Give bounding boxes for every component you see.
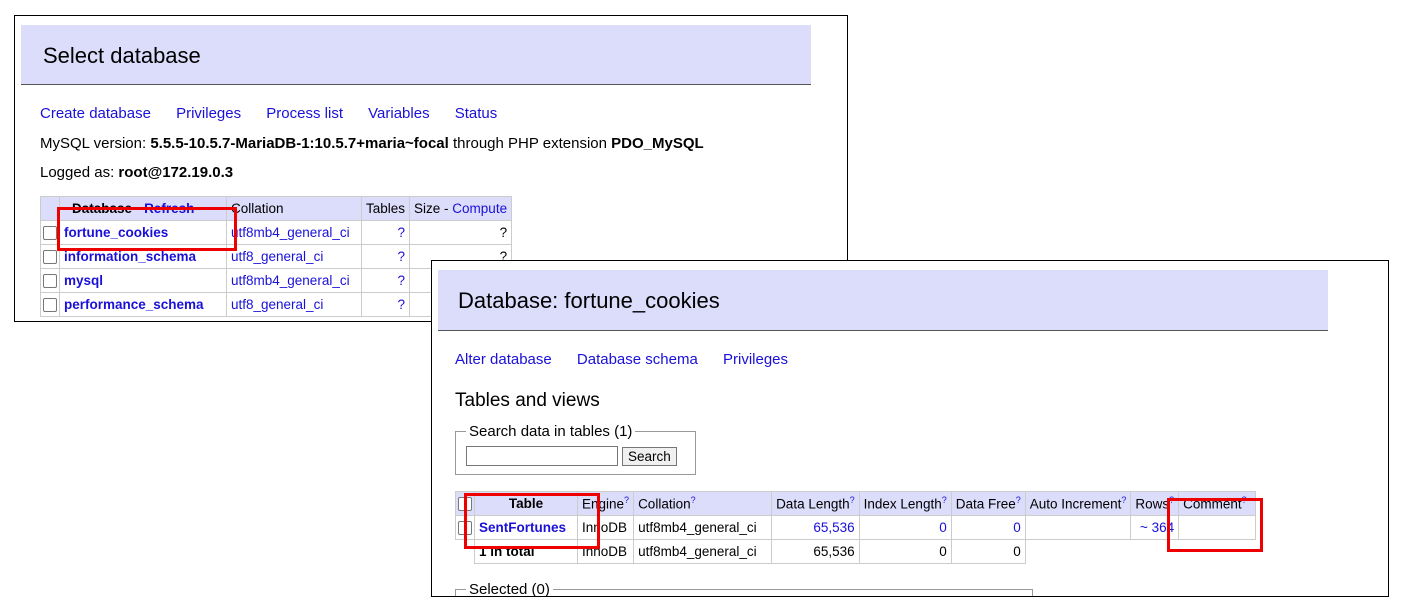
help-link[interactable]: ? (942, 495, 947, 505)
create-database-link[interactable]: Create database (40, 105, 151, 122)
table-link[interactable]: SentFortunes (479, 520, 566, 535)
page-header: Select database (21, 25, 811, 85)
mysql-version-line: MySQL version: 5.5.5-10.5.7-MariaDB-1:10… (40, 135, 704, 152)
size-header-label: Size - (414, 201, 453, 216)
variables-link[interactable]: Variables (368, 105, 429, 122)
total-index-length: 0 (858, 539, 952, 564)
database-schema-link[interactable]: Database schema (577, 351, 698, 368)
size-value: ? (409, 220, 513, 245)
collation-link[interactable]: utf8mb4_general_ci (231, 225, 350, 240)
data-length-header: Data Length? (771, 491, 860, 516)
tables-count-link[interactable]: ? (398, 225, 406, 240)
logged-user: root@172.19.0.3 (118, 164, 234, 181)
engine-header: Engine? (576, 491, 635, 516)
select-all-cell (40, 196, 60, 221)
total-label: 1 in total (474, 539, 578, 564)
data-length-link[interactable]: 65,536 (813, 520, 854, 535)
privileges-link[interactable]: Privileges (723, 351, 788, 368)
row-checkbox[interactable] (43, 274, 57, 289)
total-data-length: 65,536 (771, 539, 860, 564)
alter-database-link[interactable]: Alter database (455, 351, 552, 368)
auto-increment-header: Auto Increment? (1024, 491, 1132, 516)
row-checkbox[interactable] (43, 226, 57, 241)
help-link[interactable]: ? (850, 495, 855, 505)
total-collation: utf8mb4_general_ci (633, 539, 773, 564)
size-header: Size - Compute (409, 196, 513, 221)
help-link[interactable]: ? (624, 495, 629, 505)
collation-link[interactable]: utf8mb4_general_ci (231, 273, 350, 288)
tables-table: Table Engine? Collation? Data Length? In… (455, 491, 1257, 564)
comment-header: Comment? (1178, 491, 1257, 516)
section-title: Tables and views (455, 390, 600, 411)
database-header-label: Database (72, 201, 133, 216)
tables-count-link[interactable]: ? (398, 249, 406, 264)
top-nav: Create database Privileges Process list … (40, 105, 518, 122)
index-length-link[interactable]: 0 (939, 520, 947, 535)
database-link[interactable]: mysql (64, 273, 103, 288)
selected-legend: Selected (0) (469, 581, 550, 597)
index-length-header: Index Length? (858, 491, 952, 516)
status-link[interactable]: Status (455, 105, 498, 122)
extension-value: PDO_MySQL (611, 135, 704, 152)
privileges-link[interactable]: Privileges (176, 105, 241, 122)
search-input[interactable] (466, 446, 618, 466)
page-header: Database: fortune_cookies (438, 270, 1328, 331)
tables-count-link[interactable]: ? (398, 273, 406, 288)
selected-fieldset: Selected (0) (455, 581, 1033, 597)
collation-header: Collation? (633, 491, 773, 516)
logged-as-line: Logged as: root@172.19.0.3 (40, 164, 233, 181)
search-legend: Search data in tables (1) (469, 423, 633, 440)
tables-count-link[interactable]: ? (398, 297, 406, 312)
version-value: 5.5.5-10.5.7-MariaDB-1:10.5.7+maria~foca… (150, 135, 449, 152)
collation-value: utf8mb4_general_ci (633, 515, 773, 540)
help-link[interactable]: ? (1169, 495, 1174, 505)
collation-header: Collation (226, 196, 362, 221)
search-fieldset: Search data in tables (1) Search (455, 423, 696, 475)
database-link[interactable]: information_schema (64, 249, 196, 264)
version-prefix: MySQL version: (40, 135, 151, 152)
database-panel: Database: fortune_cookies Alter database… (431, 260, 1389, 597)
row-checkbox[interactable] (458, 521, 472, 536)
page-title: Select database (43, 43, 201, 68)
database-link[interactable]: performance_schema (64, 297, 204, 312)
total-row: 1 in total InnoDB utf8mb4_general_ci 65,… (456, 539, 1256, 564)
process-list-link[interactable]: Process list (266, 105, 343, 122)
collation-link[interactable]: utf8_general_ci (231, 249, 323, 264)
collation-link[interactable]: utf8_general_ci (231, 297, 323, 312)
data-free-link[interactable]: 0 (1013, 520, 1021, 535)
page-title: Database: fortune_cookies (458, 288, 720, 313)
logged-prefix: Logged as: (40, 164, 119, 181)
table-header: Table (474, 491, 578, 516)
search-button[interactable]: Search (622, 446, 677, 466)
comment-value (1178, 515, 1257, 540)
total-engine: InnoDB (576, 539, 635, 564)
refresh-link[interactable]: Refresh (144, 201, 194, 216)
version-mid: through PHP extension (448, 135, 612, 152)
auto-increment-value (1024, 515, 1132, 540)
database-nav: Alter database Database schema Privilege… (455, 351, 809, 368)
select-all-cell (455, 491, 475, 516)
data-free-header: Data Free? (950, 491, 1026, 516)
row-checkbox[interactable] (43, 250, 57, 265)
select-all-checkbox[interactable] (458, 497, 472, 512)
help-link[interactable]: ? (691, 495, 696, 505)
engine-value: InnoDB (576, 515, 635, 540)
table-row: fortune_cookies utf8mb4_general_ci ? ? (40, 220, 513, 245)
help-link[interactable]: ? (1121, 495, 1126, 505)
help-link[interactable]: ? (1242, 495, 1247, 505)
database-header: Database - Refresh (59, 196, 227, 221)
rows-header: Rows? (1130, 491, 1180, 516)
tables-header: Tables (360, 196, 411, 221)
compute-link[interactable]: Compute (452, 201, 507, 216)
total-data-free: 0 (950, 539, 1026, 564)
table-row: SentFortunes InnoDB utf8mb4_general_ci 6… (455, 515, 1257, 540)
help-link[interactable]: ? (1016, 495, 1021, 505)
database-link[interactable]: fortune_cookies (64, 225, 168, 240)
rows-link[interactable]: ~ 364 (1140, 520, 1174, 535)
row-checkbox[interactable] (43, 298, 57, 313)
